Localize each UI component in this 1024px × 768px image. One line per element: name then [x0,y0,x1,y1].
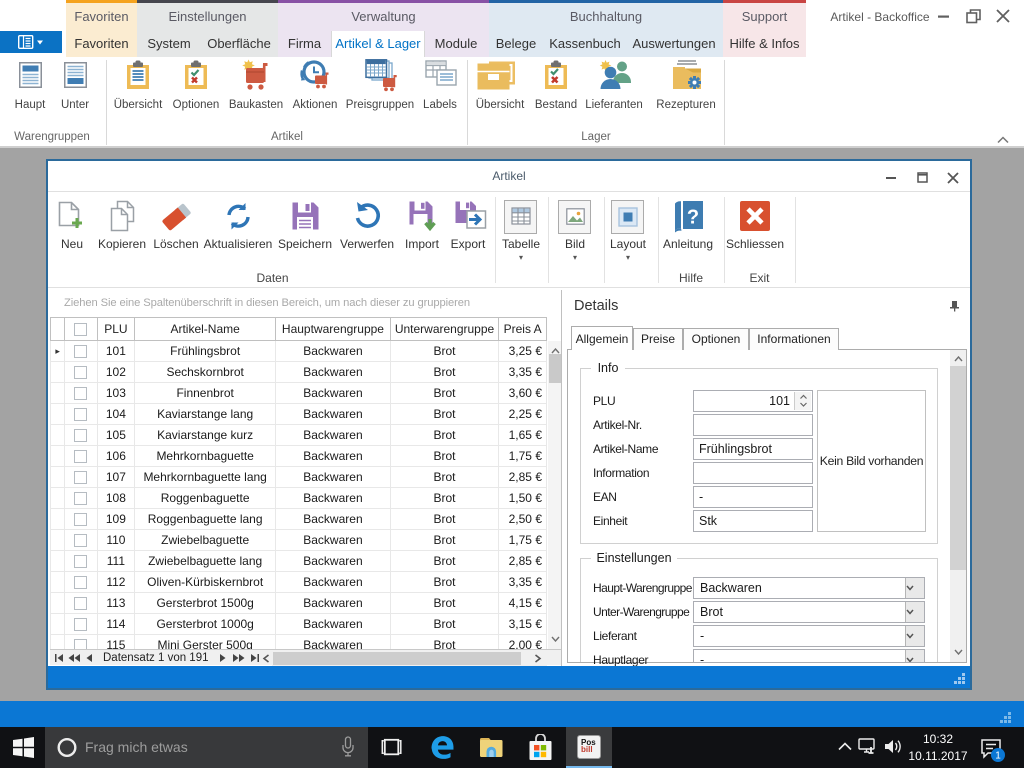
svg-text:1: 1 [995,751,1001,762]
svg-text:?: ? [687,207,699,229]
